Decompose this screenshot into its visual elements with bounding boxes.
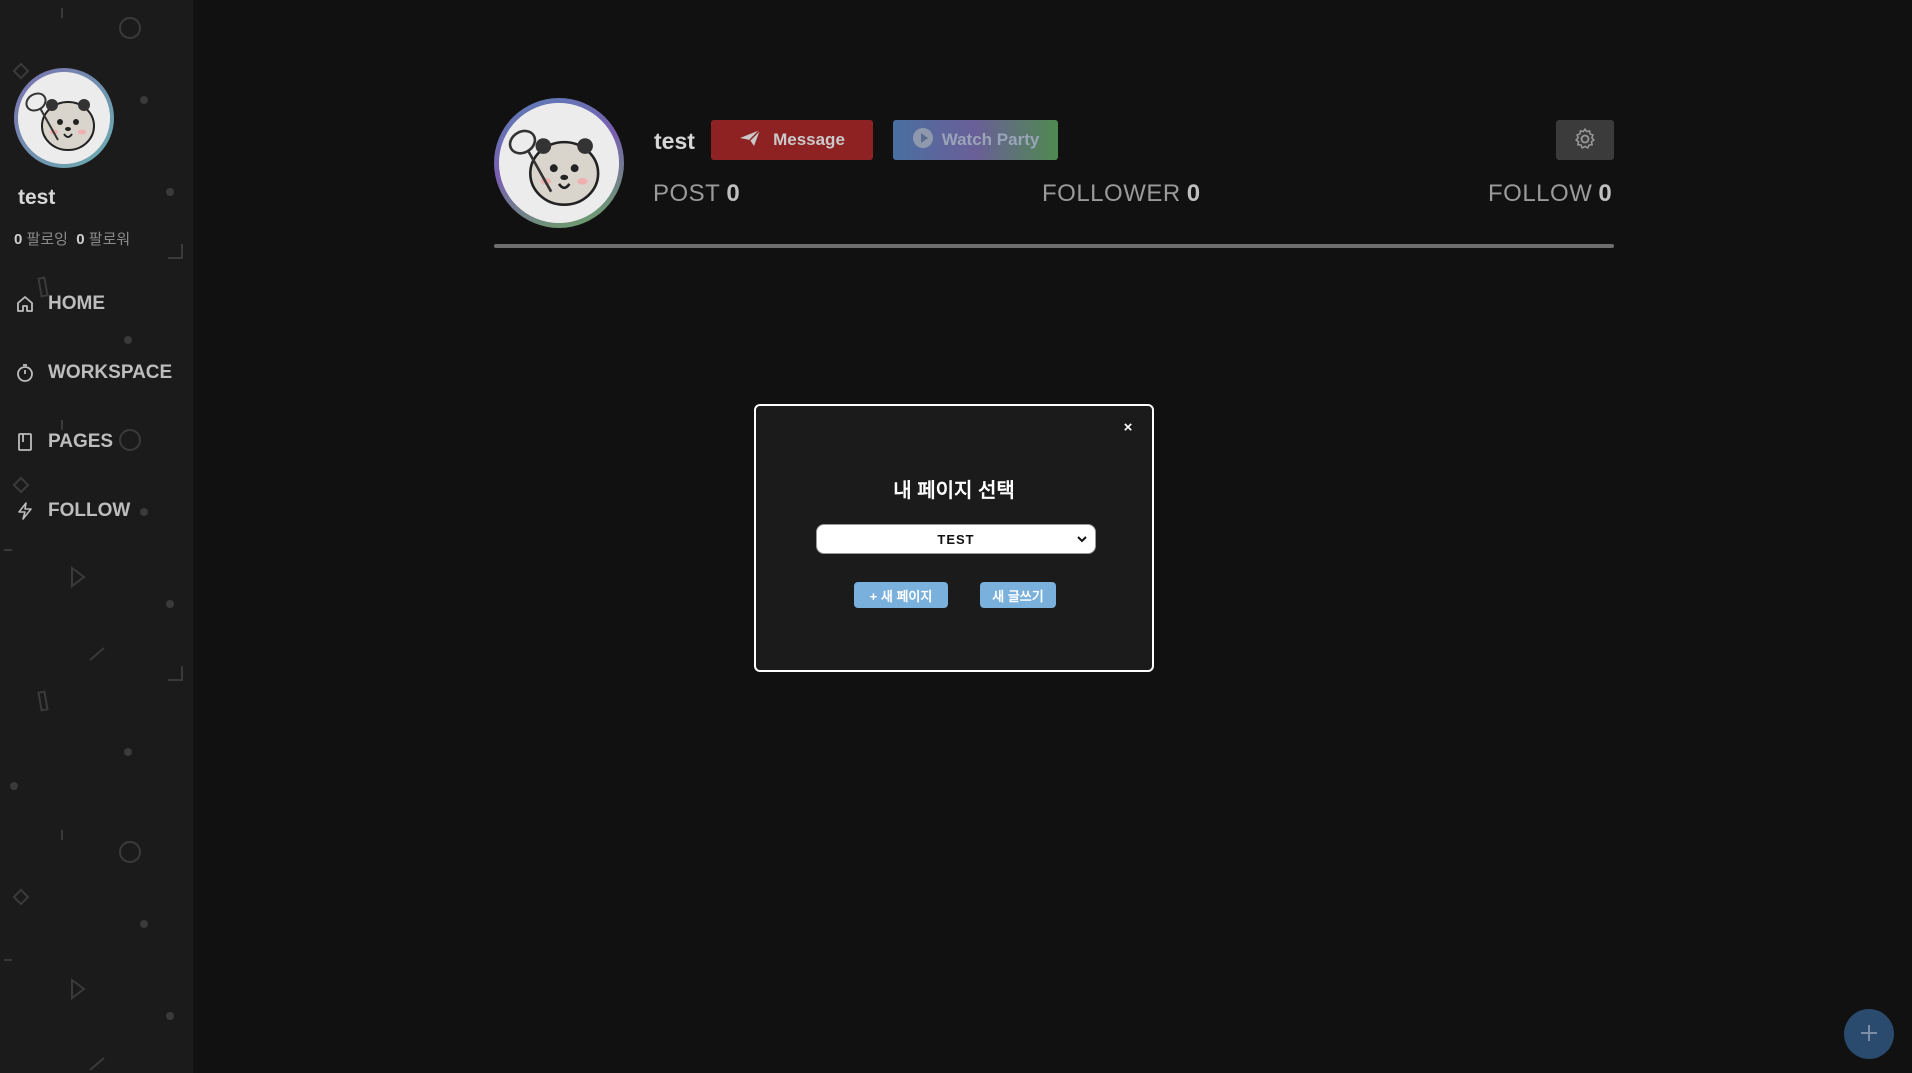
nav-item-home[interactable]: HOME [14,284,184,324]
profile-divider [494,244,1614,248]
profile-name: test [654,128,695,154]
follow-stat-value: 0 [1598,180,1613,207]
follower-stat-value: 0 [1186,180,1201,207]
nav-label-workspace: WORKSPACE [48,362,173,383]
profile-avatar[interactable] [494,98,624,228]
follower-count: 0 [76,231,85,248]
play-circle-icon [912,127,934,154]
lightning-icon [14,500,36,522]
post-stat[interactable]: POST 0 [653,180,740,208]
home-icon [14,293,36,315]
follow-stat[interactable]: FOLLOW 0 [1488,180,1612,208]
gear-icon [1573,127,1597,154]
following-label[interactable]: 팔로잉 [27,231,68,248]
nav-item-follow[interactable]: FOLLOW [14,491,184,531]
message-button[interactable]: Message [711,120,873,160]
nav-label-home: HOME [48,293,105,314]
paper-plane-icon [739,128,761,152]
message-button-label: Message [773,130,845,149]
follower-label[interactable]: 팔로워 [89,231,130,248]
follower-stat-label: FOLLOWER [1042,180,1181,207]
sidebar-avatar[interactable] [14,68,114,168]
hamster-avatar-icon [499,103,619,223]
post-stat-label: POST [653,180,721,207]
modal-title: 내 페이지 선택 [893,480,1015,502]
plus-icon [1858,1022,1880,1047]
post-stat-value: 0 [726,180,741,207]
nav-item-workspace[interactable]: WORKSPACE [14,353,184,393]
add-fab-button[interactable] [1844,1009,1894,1059]
following-count: 0 [14,231,23,248]
page-select[interactable]: TEST [816,524,1096,554]
book-icon [14,431,36,453]
nav-label-follow: FOLLOW [48,500,131,521]
page-select-modal: × 내 페이지 선택 TEST + 새 페이지 새 글쓰기 [754,404,1154,672]
new-page-button[interactable]: + 새 페이지 [854,582,948,608]
settings-button[interactable] [1556,120,1614,160]
chevron-down-icon [1075,532,1089,549]
nav-item-pages[interactable]: PAGES [14,422,184,462]
sidebar-follow-stats: 0 팔로잉 0 팔로워 [14,228,130,249]
watch-party-button-label: Watch Party [941,130,1040,149]
sidebar-decoration [4,8,183,1071]
watch-party-button[interactable]: Watch Party [893,120,1058,160]
new-post-button[interactable]: 새 글쓰기 [980,582,1056,608]
stopwatch-icon [14,362,36,384]
sidebar-username: test [18,186,56,209]
follower-stat[interactable]: FOLLOWER 0 [1042,180,1201,208]
page-select-value: TEST [937,531,975,547]
nav-label-pages: PAGES [48,431,114,452]
follow-stat-label: FOLLOW [1488,180,1593,207]
hamster-avatar-icon [18,72,110,164]
close-icon[interactable]: × [1118,418,1138,438]
sidebar: test 0 팔로잉 0 팔로워 HOME WORKSPACE PAGES FO… [0,0,193,1073]
